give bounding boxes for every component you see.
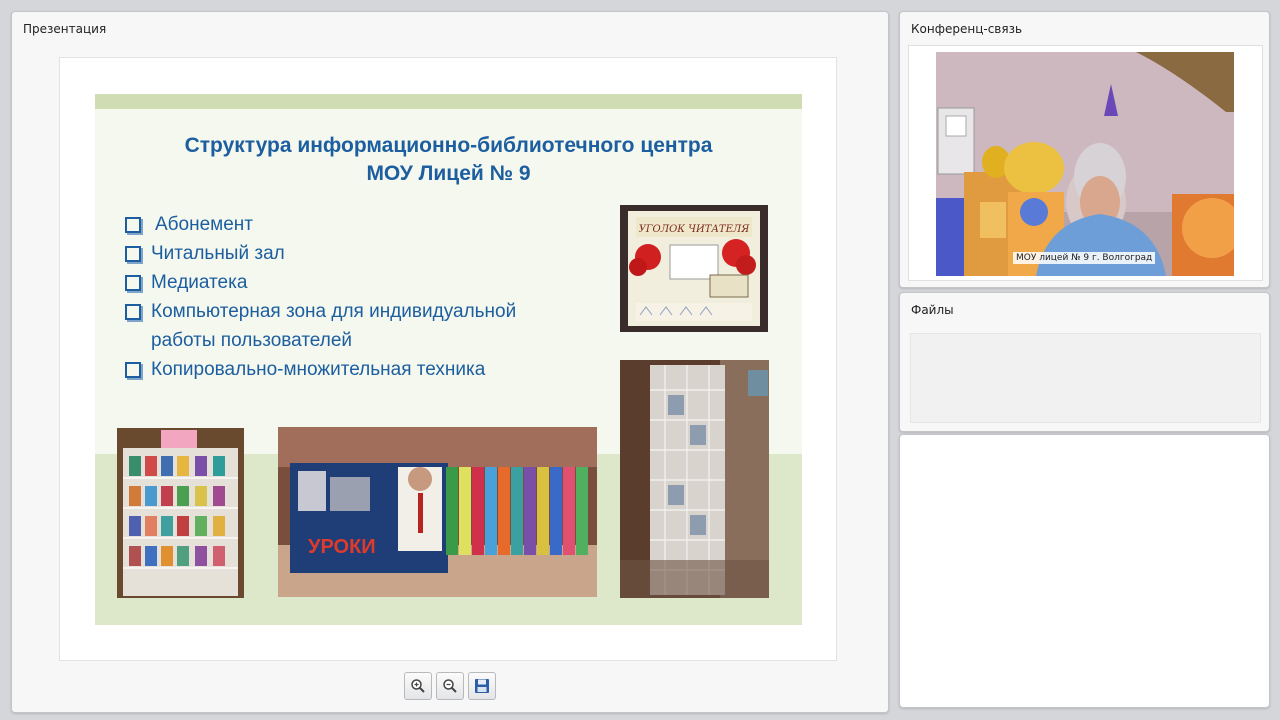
bullet-text-line: Компьютерная зона для индивидуальной [151, 301, 517, 322]
bullet-text: Компьютерная зона для индивидуальной рабо… [151, 297, 516, 355]
video-frame: МОУ лицей № 9 г. Волгоград [908, 45, 1263, 281]
photo-book-rack-left [117, 428, 244, 598]
photo-book-rack-tall [620, 360, 769, 598]
books-cover-text: УРОКИ [308, 536, 376, 558]
bullet-text-line: работы пользователей [151, 330, 353, 351]
files-panel-title: Файлы [911, 303, 954, 317]
checkbox-bullet-icon [125, 246, 141, 262]
conference-panel-title: Конференц-связь [911, 22, 1023, 36]
files-panel: Файлы [899, 292, 1270, 432]
bullet-item: Копировально-множительная техника [125, 355, 516, 384]
zoom-out-button[interactable] [436, 672, 464, 700]
poster-text: УГОЛОК ЧИТАТЕЛЯ [639, 224, 751, 235]
checkbox-bullet-icon [125, 217, 141, 233]
slide-title: Структура информационно-библиотечного це… [95, 132, 802, 188]
empty-bottom-panel [899, 434, 1270, 708]
slide-frame: Структура информационно-библиотечного це… [59, 57, 837, 661]
zoom-in-button[interactable] [404, 672, 432, 700]
files-list[interactable] [910, 333, 1261, 423]
slide-title-line-2: МОУ Лицей № 9 [366, 162, 531, 185]
presentation-panel: Презентация Структура информационно-библ… [11, 11, 889, 713]
slide-title-line-1: Структура информационно-библиотечного це… [184, 134, 713, 157]
bullet-text: Читальный зал [151, 243, 285, 264]
conference-panel: Конференц-связь МОУ лицей № 9 г. Волгогр… [899, 11, 1270, 288]
bullet-text: Копировально-множительная техника [151, 359, 486, 380]
floppy-disk-icon [475, 679, 489, 693]
checkbox-bullet-icon [125, 304, 141, 320]
bullet-text: Медиатека [151, 272, 248, 293]
video-caption: МОУ лицей № 9 г. Волгоград [1013, 252, 1156, 264]
checkbox-bullet-icon [125, 275, 141, 291]
slide-bullet-list: Абонемент Читальный зал Медиатека Компью… [125, 210, 516, 384]
zoom-out-icon [443, 679, 457, 693]
bullet-item: Компьютерная зона для индивидуальной рабо… [125, 297, 516, 355]
bullet-item: Читальный зал [125, 239, 516, 268]
presentation-toolbar [404, 672, 496, 700]
slide-top-band [95, 94, 802, 109]
photo-book-series: УРОКИ [278, 427, 597, 597]
presentation-panel-title: Презентация [23, 22, 107, 36]
checkbox-bullet-icon [125, 362, 141, 378]
video-feed[interactable]: МОУ лицей № 9 г. Волгоград [936, 52, 1234, 276]
photo-readers-corner: УГОЛОК ЧИТАТЕЛЯ [620, 205, 768, 332]
slide: Структура информационно-библиотечного це… [95, 94, 802, 625]
save-button[interactable] [468, 672, 496, 700]
bullet-item: Медиатека [125, 268, 516, 297]
bullet-text: Абонемент [155, 214, 254, 235]
bullet-item: Абонемент [125, 210, 516, 239]
zoom-in-icon [411, 679, 425, 693]
